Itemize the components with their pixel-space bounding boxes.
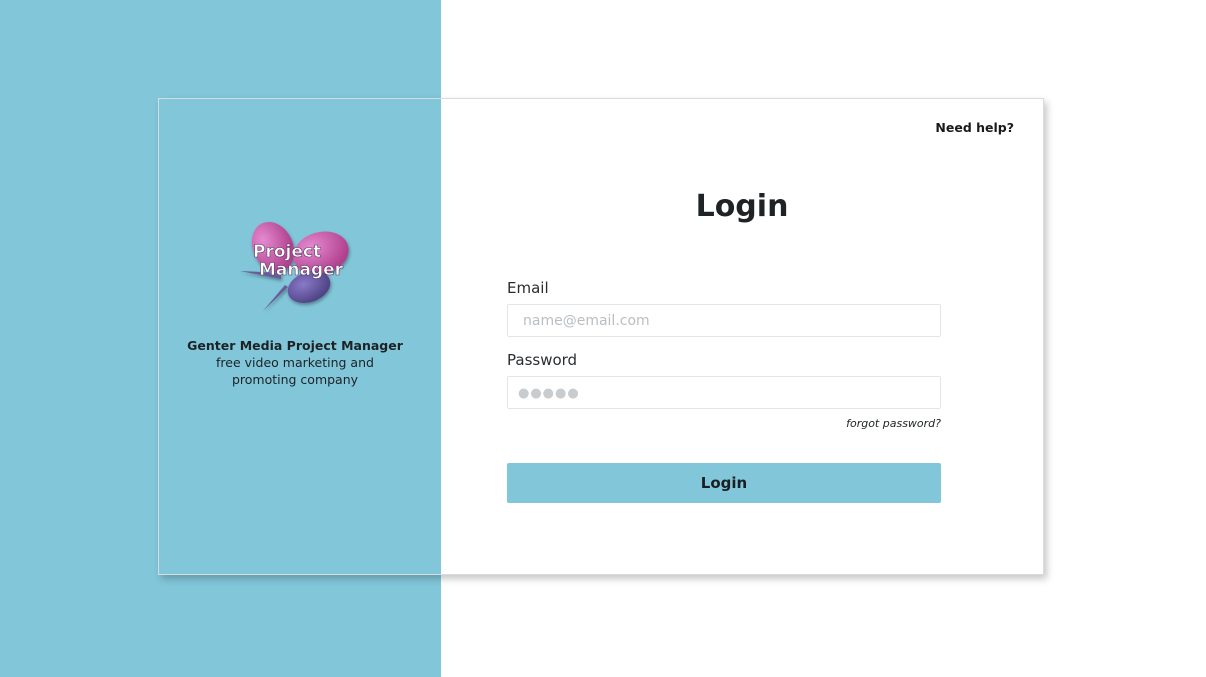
login-panel: Need help? Login Email Password forgot p…: [441, 99, 1043, 574]
login-title: Login: [695, 189, 789, 224]
logo-text-project: Project: [253, 242, 321, 262]
project-manager-logo: Project Manager: [240, 221, 349, 311]
need-help-link[interactable]: Need help?: [935, 120, 1014, 135]
password-label: Password: [507, 351, 578, 369]
brand-tagline: free video marketing and promoting compa…: [216, 355, 374, 387]
login-page: Project Manager Genter Media Project Man…: [0, 0, 1206, 677]
brand-info: Genter Media Project Manager free video …: [159, 337, 431, 388]
forgot-password-link[interactable]: forgot password?: [846, 417, 941, 430]
logo-text-manager: Manager: [259, 260, 344, 280]
login-card: Project Manager Genter Media Project Man…: [158, 98, 1044, 575]
login-button[interactable]: Login: [507, 463, 941, 503]
brand-name: Genter Media Project Manager: [187, 338, 403, 353]
password-input[interactable]: [507, 376, 941, 409]
email-input[interactable]: [507, 304, 941, 337]
email-label: Email: [507, 279, 549, 297]
brand-panel: Project Manager Genter Media Project Man…: [159, 99, 441, 574]
